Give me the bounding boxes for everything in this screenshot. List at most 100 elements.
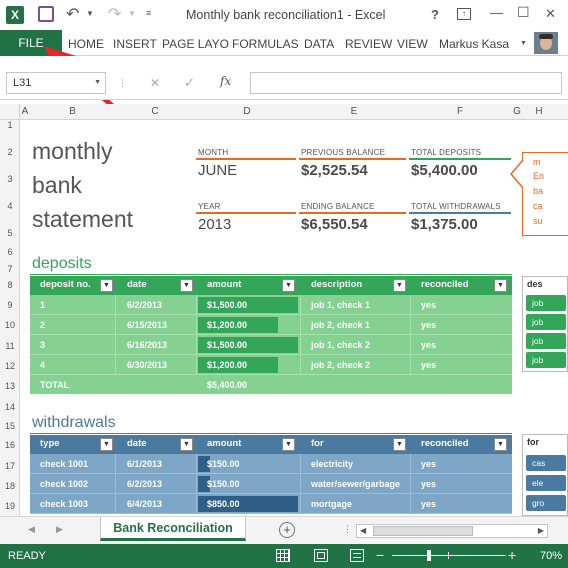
reconciled-cell[interactable]: yes xyxy=(411,315,512,335)
date-cell[interactable]: 6/2/2013 xyxy=(117,474,197,494)
filter-dropdown-icon[interactable]: ▼ xyxy=(180,279,193,292)
row-header[interactable]: 3 xyxy=(0,174,20,184)
filter-dropdown-icon[interactable]: ▼ xyxy=(100,438,113,451)
row-header[interactable]: 16 xyxy=(0,440,20,450)
name-box[interactable]: L31 ▼ xyxy=(6,72,106,94)
amount-cell[interactable]: $1,200.00 xyxy=(197,315,301,335)
slicer-item[interactable]: job xyxy=(526,314,566,330)
table-row[interactable]: check 1003 6/4/2013 $850.00 mortgage yes xyxy=(30,494,512,514)
tab-formulas[interactable]: FORMULAS xyxy=(232,36,299,52)
amount-cell[interactable]: $1,500.00 xyxy=(197,295,301,315)
row-header[interactable]: 13 xyxy=(0,381,20,391)
formula-input[interactable] xyxy=(250,72,562,94)
select-all-corner[interactable] xyxy=(0,104,20,120)
table-row[interactable]: 1 6/2/2013 $1,500.00 job 1, check 1 yes xyxy=(30,295,512,315)
row-header[interactable]: 12 xyxy=(0,361,20,371)
cancel-icon[interactable]: ✕ xyxy=(150,76,160,90)
scrollbar-thumb[interactable] xyxy=(373,526,473,536)
tab-review[interactable]: REVIEW xyxy=(345,36,392,52)
row-header[interactable]: 6 xyxy=(0,247,20,257)
row-header[interactable]: 8 xyxy=(0,280,20,290)
slicer-item[interactable]: job xyxy=(526,333,566,349)
name-box-dropdown-icon[interactable]: ▼ xyxy=(94,79,101,86)
deposit-no-cell[interactable]: 1 xyxy=(30,295,115,315)
scroll-left-icon[interactable]: ◀ xyxy=(360,526,366,535)
row-header[interactable]: 2 xyxy=(0,147,20,157)
close-button[interactable]: ✕ xyxy=(545,6,556,22)
date-cell[interactable]: 6/15/2013 xyxy=(117,315,197,335)
filter-dropdown-icon[interactable]: ▼ xyxy=(100,279,113,292)
redo-dropdown-icon[interactable]: ▼ xyxy=(128,9,136,18)
row-header[interactable]: 15 xyxy=(0,421,20,431)
normal-view-icon[interactable] xyxy=(276,549,290,562)
deposit-no-cell[interactable]: 3 xyxy=(30,335,115,355)
column-header-h[interactable]: H xyxy=(532,106,546,117)
slicer-item[interactable]: job xyxy=(526,295,566,311)
column-header-a[interactable]: A xyxy=(20,106,30,117)
description-cell[interactable]: job 2, check 2 xyxy=(301,355,411,375)
for-cell[interactable]: water/sewer/garbage xyxy=(301,474,411,494)
zoom-slider-thumb[interactable] xyxy=(427,550,431,561)
row-header[interactable]: 7 xyxy=(0,264,20,274)
reconciled-cell[interactable]: yes xyxy=(411,295,512,315)
sheet-tab-active[interactable]: Bank Reconciliation xyxy=(100,517,246,541)
column-header-g[interactable]: G xyxy=(511,106,523,117)
date-cell[interactable]: 6/4/2013 xyxy=(117,494,197,514)
column-header-b[interactable]: B xyxy=(30,106,115,117)
amount-cell[interactable]: $1,500.00 xyxy=(197,335,301,355)
amount-cell[interactable]: $1,200.00 xyxy=(197,355,301,375)
reconciled-cell[interactable]: yes xyxy=(411,335,512,355)
scroll-right-icon[interactable]: ▶ xyxy=(538,526,544,535)
row-header[interactable]: 9 xyxy=(0,300,20,310)
amount-cell[interactable]: $150.00 xyxy=(197,454,301,474)
tab-data[interactable]: DATA xyxy=(304,36,334,52)
description-cell[interactable]: job 2, check 1 xyxy=(301,315,411,335)
column-header-f[interactable]: F xyxy=(409,106,511,117)
date-cell[interactable]: 6/2/2013 xyxy=(117,295,197,315)
save-icon[interactable] xyxy=(38,6,54,22)
redo-icon[interactable]: ↷ xyxy=(108,4,121,24)
filter-dropdown-icon[interactable]: ▼ xyxy=(282,438,295,451)
deposit-no-cell[interactable]: 4 xyxy=(30,355,115,375)
date-cell[interactable]: 6/30/2013 xyxy=(117,355,197,375)
undo-icon[interactable]: ↶ xyxy=(66,4,79,24)
row-header[interactable]: 4 xyxy=(0,201,20,211)
undo-dropdown-icon[interactable]: ▼ xyxy=(86,9,94,18)
help-icon[interactable]: ? xyxy=(431,7,439,22)
filter-dropdown-icon[interactable]: ▼ xyxy=(494,279,507,292)
new-sheet-button[interactable]: + xyxy=(279,522,295,538)
table-row[interactable]: 2 6/15/2013 $1,200.00 job 2, check 1 yes xyxy=(30,315,512,335)
date-cell[interactable]: 6/1/2013 xyxy=(117,454,197,474)
zoom-slider[interactable] xyxy=(392,550,506,561)
reconciled-cell[interactable]: yes xyxy=(411,474,512,494)
for-cell[interactable]: electricity xyxy=(301,454,411,474)
slicer-item[interactable]: job xyxy=(526,352,566,368)
maximize-button[interactable]: ☐ xyxy=(517,4,530,21)
table-row[interactable]: check 1002 6/2/2013 $150.00 water/sewer/gar… xyxy=(30,474,512,494)
type-cell[interactable]: check 1001 xyxy=(30,454,115,474)
user-name[interactable]: Markus Kasa xyxy=(439,36,509,52)
worksheet[interactable]: monthly bank statement MONTH JUNE PREVIO… xyxy=(20,120,568,516)
formula-bar-grip-icon[interactable]: ⋮ xyxy=(118,78,127,89)
zoom-out-button[interactable]: − xyxy=(376,547,384,563)
date-cell[interactable]: 6/16/2013 xyxy=(117,335,197,355)
table-row[interactable]: 4 6/30/2013 $1,200.00 job 2, check 2 yes xyxy=(30,355,512,375)
page-layout-view-icon[interactable] xyxy=(314,549,328,562)
zoom-in-button[interactable]: + xyxy=(508,547,516,563)
row-header[interactable]: 19 xyxy=(0,501,20,511)
description-cell[interactable]: job 1, check 2 xyxy=(301,335,411,355)
page-break-view-icon[interactable] xyxy=(350,549,364,562)
filter-dropdown-icon[interactable]: ▼ xyxy=(282,279,295,292)
type-cell[interactable]: check 1003 xyxy=(30,494,115,514)
type-cell[interactable]: check 1002 xyxy=(30,474,115,494)
scroll-tabs-left-icon[interactable]: ◀ xyxy=(28,524,35,535)
scroll-tabs-right-icon[interactable]: ▶ xyxy=(56,524,63,535)
reconciled-cell[interactable]: yes xyxy=(411,355,512,375)
ribbon-display-options-icon[interactable]: ↑ xyxy=(457,8,471,20)
table-row[interactable]: 3 6/16/2013 $1,500.00 job 1, check 2 yes xyxy=(30,335,512,355)
tab-splitter-icon[interactable]: ⋮ xyxy=(343,524,352,535)
avatar[interactable] xyxy=(534,32,558,54)
filter-dropdown-icon[interactable]: ▼ xyxy=(494,438,507,451)
minimize-button[interactable]: — xyxy=(490,5,503,20)
description-cell[interactable]: job 1, check 1 xyxy=(301,295,411,315)
